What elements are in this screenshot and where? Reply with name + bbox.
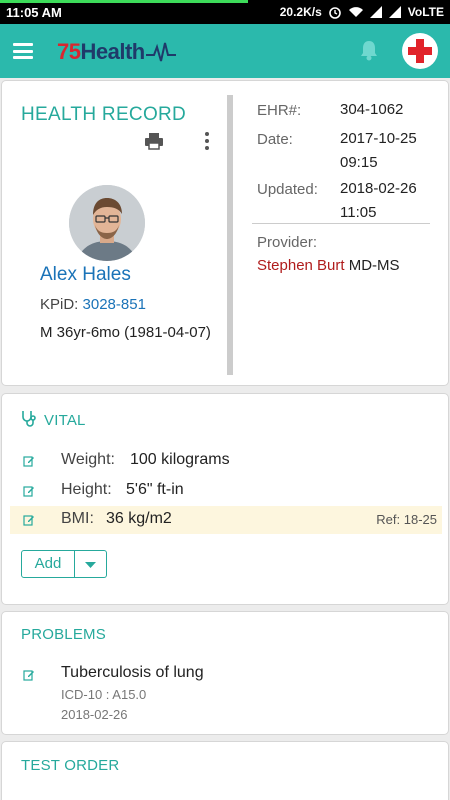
- wifi-icon: [348, 7, 363, 17]
- avatar: [69, 185, 145, 261]
- network-type: VoLTE: [407, 5, 444, 19]
- add-button-group: Add: [21, 550, 107, 578]
- add-button[interactable]: Add: [21, 550, 75, 578]
- menu-icon[interactable]: [13, 43, 33, 59]
- stethoscope-icon: [22, 411, 36, 427]
- vital-value: 5'6" ft-in: [126, 481, 184, 498]
- problems-title: PROBLEMS: [21, 626, 106, 643]
- updated-value: 2018-02-26 11:05: [340, 180, 417, 221]
- app-bar: 75 Health: [0, 24, 450, 78]
- updated-label: Updated:: [257, 181, 318, 198]
- edit-icon[interactable]: [23, 669, 35, 681]
- ehr-label: EHR#:: [257, 102, 302, 119]
- provider-label: Provider:: [257, 234, 318, 251]
- test-order-card: TEST ORDER: [1, 741, 449, 800]
- vital-value: 36 kg/m2: [106, 510, 172, 527]
- more-options-icon[interactable]: [204, 132, 210, 150]
- problem-code: ICD-10 : A15.0: [61, 687, 147, 702]
- vital-row-bmi: BMI: 36 kg/m2 Ref: 18-25: [10, 506, 442, 534]
- vital-label: Weight:: [61, 451, 115, 468]
- vital-label: BMI:: [61, 510, 94, 527]
- vital-value: 100 kilograms: [130, 451, 230, 468]
- vertical-divider: [227, 95, 233, 375]
- problem-name[interactable]: Tuberculosis of lung: [61, 664, 204, 682]
- edit-icon[interactable]: [23, 485, 35, 497]
- vital-card: VITAL Weight: 100 kilograms Height: 5'6"…: [1, 393, 449, 605]
- app-logo: 75 Health: [57, 39, 176, 65]
- health-record-title: HEALTH RECORD: [21, 104, 187, 125]
- edit-icon[interactable]: [23, 514, 35, 526]
- patient-demographics: M 36yr-6mo (1981-04-07): [40, 324, 211, 341]
- signal-icon-2: [388, 6, 401, 18]
- date-value: 2017-10-25 09:15: [340, 130, 417, 171]
- logo-word: Health: [80, 39, 145, 64]
- patient-name[interactable]: Alex Hales: [40, 264, 131, 286]
- caret-down-icon: [85, 562, 96, 568]
- kpid: KPiD: 3028-851: [40, 296, 146, 313]
- problem-date: 2018-02-26: [61, 707, 128, 722]
- status-right: 20.2K/s VoLTE: [280, 5, 444, 19]
- vital-row-height: Height: 5'6" ft-in: [10, 477, 442, 505]
- date-label: Date:: [257, 131, 293, 148]
- add-dropdown-button[interactable]: [75, 550, 107, 578]
- kpid-value[interactable]: 3028-851: [83, 296, 146, 313]
- provider: Stephen Burt MD-MS: [257, 257, 400, 274]
- edit-icon[interactable]: [23, 455, 35, 467]
- health-record-card: HEALTH RECORD Alex Hales KPiD: 3028-851 …: [1, 80, 449, 386]
- test-order-title: TEST ORDER: [21, 757, 120, 774]
- provider-credential: MD-MS: [348, 257, 400, 274]
- vital-label: Height:: [61, 481, 112, 498]
- vital-row-weight: Weight: 100 kilograms: [10, 447, 442, 475]
- provider-name[interactable]: Stephen Burt: [257, 257, 345, 274]
- ehr-value: 304-1062: [340, 101, 404, 118]
- red-cross-icon[interactable]: [402, 33, 438, 69]
- signal-icon: [369, 6, 382, 18]
- horizontal-divider: [252, 223, 430, 224]
- status-time: 11:05 AM: [6, 5, 62, 20]
- bell-icon[interactable]: [359, 39, 379, 61]
- status-accent-line: [0, 0, 248, 3]
- reference-range: Ref: 18-25: [376, 512, 437, 527]
- kpid-label: KPiD:: [40, 296, 79, 313]
- print-icon[interactable]: [144, 131, 164, 151]
- problems-card: PROBLEMS Tuberculosis of lung ICD-10 : A…: [1, 611, 449, 735]
- vital-title: VITAL: [44, 412, 86, 429]
- status-bar: 11:05 AM 20.2K/s VoLTE: [0, 0, 450, 24]
- network-speed: 20.2K/s: [279, 5, 322, 19]
- alarm-icon: [328, 7, 341, 19]
- heartbeat-icon: [145, 42, 176, 62]
- logo-number: 75: [57, 39, 81, 64]
